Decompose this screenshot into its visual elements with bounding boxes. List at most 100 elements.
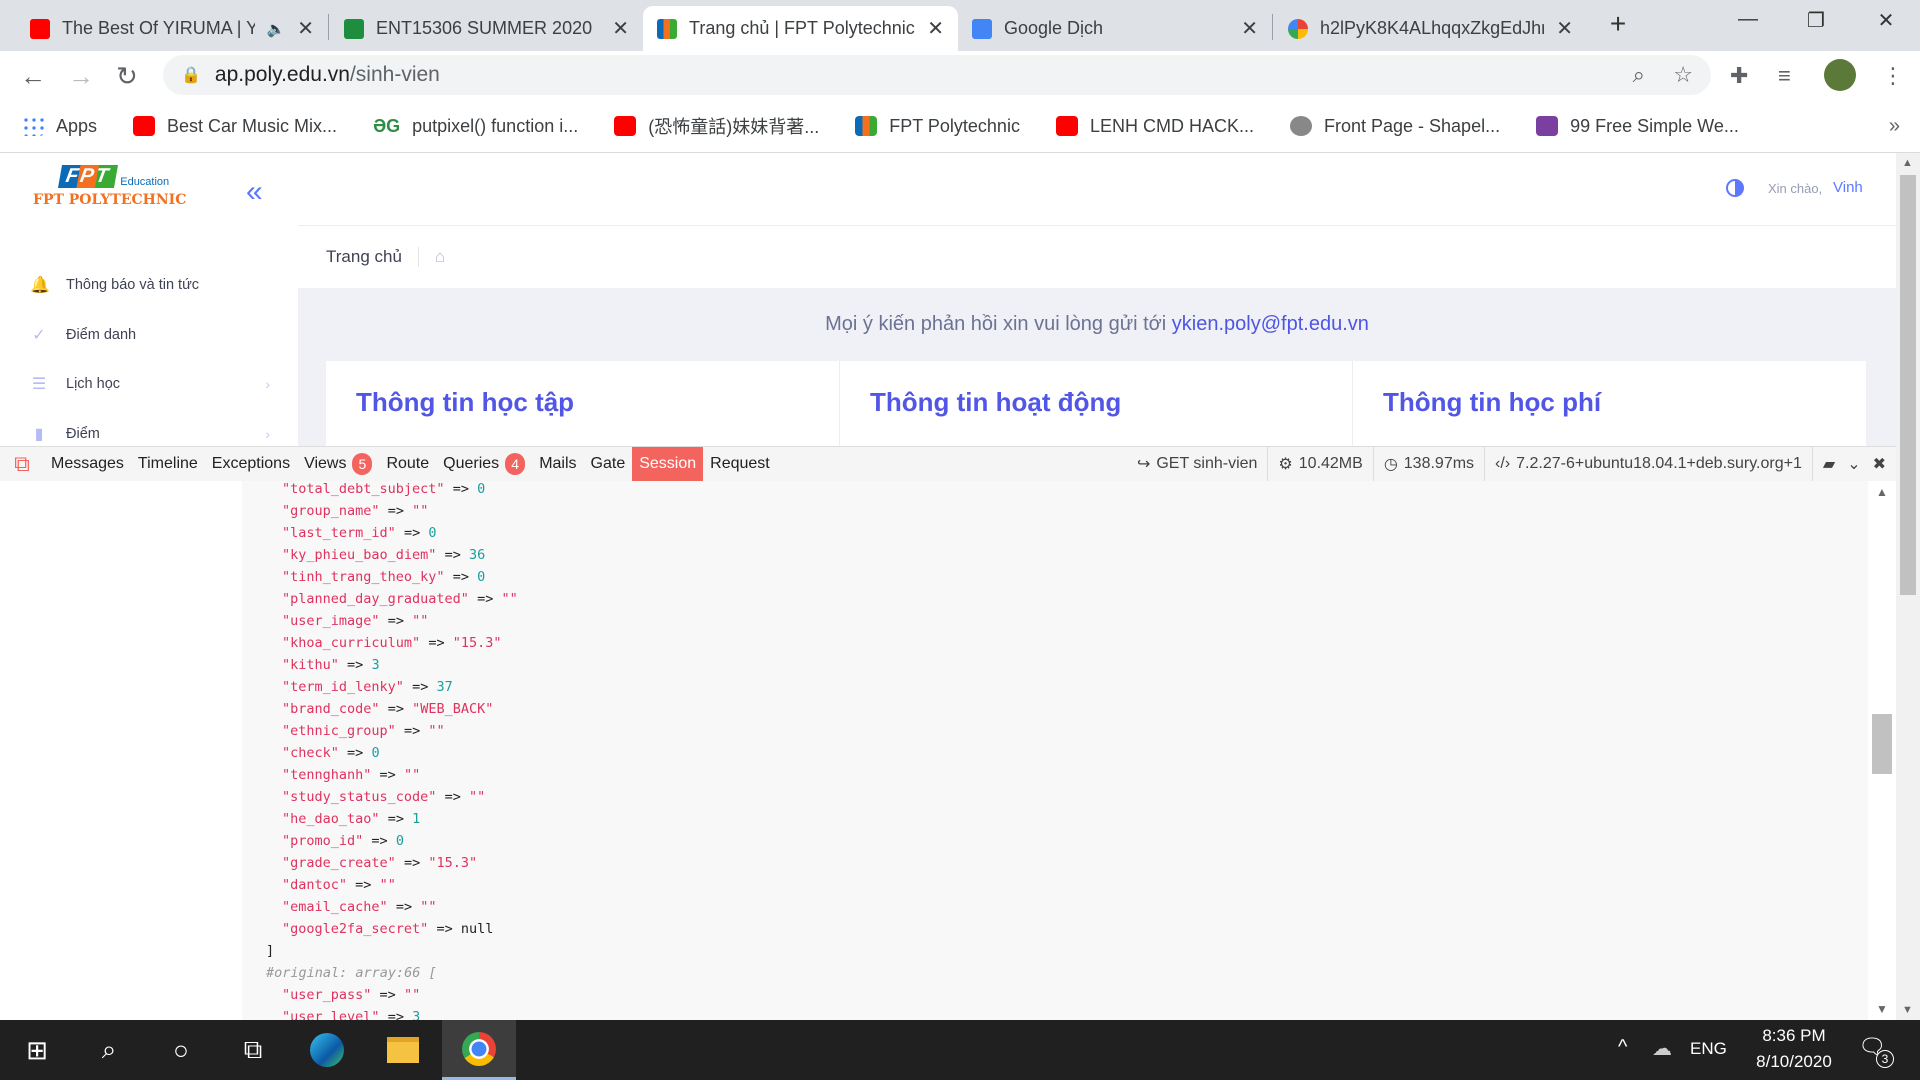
fpt-icon [855, 116, 878, 136]
speaker-icon[interactable]: 🔈 [267, 20, 286, 38]
dump-line: "user_level" => 3 [282, 1006, 420, 1020]
tab-yiruma[interactable]: The Best Of YIRUMA | Y 🔈 ✕ [16, 6, 328, 51]
profile-avatar[interactable] [1824, 59, 1856, 91]
dump-arrow: => [477, 591, 494, 607]
bookmark-item[interactable]: (恐怖童話)妹妹背著... [614, 113, 819, 139]
dump-key: "group_name" [282, 503, 380, 519]
forward-button[interactable]: → [68, 61, 94, 92]
bookmark-label: LENH CMD HACK... [1089, 115, 1254, 136]
bookmark-item[interactable]: Best Car Music Mix... [133, 116, 337, 137]
zoom-icon[interactable]: ⌕ [1633, 62, 1645, 88]
check-icon: ✓ [32, 327, 46, 344]
dump-key: "user_image" [282, 613, 380, 629]
debugbar-tab-mails[interactable]: Mails [532, 447, 583, 482]
sidebar-item-grades[interactable]: ▮ Điểm › [30, 424, 270, 444]
restore-button[interactable]: ❐ [1796, 8, 1836, 33]
lock-icon[interactable]: 🔒 [181, 65, 201, 85]
sidebar-item-attendance[interactable]: ✓ Điểm danh [30, 325, 270, 345]
page-scrollbar[interactable]: ▲ ▼ [1896, 153, 1920, 1020]
task-view-icon[interactable]: ⧉ [216, 1020, 290, 1080]
folder-open-icon[interactable]: ▰ [1823, 454, 1835, 474]
toolbar: ← → ↻ 🔒 ap.poly.edu.vn/sinh-vien ⌕ ☆ ✚ ≡… [0, 51, 1920, 100]
search-icon[interactable]: ⌕ [72, 1020, 146, 1080]
tab-google[interactable]: h2lPyK8K4ALhqqxZkgEdJhr ✕ [1274, 6, 1587, 51]
collapse-sidebar-icon[interactable]: « [246, 175, 263, 209]
debugbar-tab-request[interactable]: Request [703, 447, 777, 482]
google-icon [1288, 18, 1308, 39]
edge-icon[interactable] [290, 1020, 364, 1080]
bookmark-star-icon[interactable]: ☆ [1673, 62, 1693, 88]
user-name[interactable]: Vinh [1833, 179, 1863, 196]
debugbar-tab-messages[interactable]: Messages [44, 447, 131, 482]
dump-arrow: => [387, 613, 404, 629]
bookmark-item[interactable]: Front Page - Shapel... [1289, 116, 1500, 137]
dump-text: ] [266, 943, 275, 959]
dump-line: "he_dao_tao" => 1 [282, 808, 420, 830]
windows-start-icon[interactable]: ⊞ [0, 1020, 74, 1080]
home-icon[interactable]: ⌂ [435, 247, 445, 267]
chevron-down-icon[interactable]: ⌄ [1847, 454, 1860, 474]
show-hidden-icons-chevron[interactable]: ^ [1618, 1036, 1627, 1059]
minimize-button[interactable]: — [1728, 8, 1768, 31]
debugbar-tab-session[interactable]: Session [632, 446, 704, 482]
clock-date[interactable]: 8/10/2020 [1744, 1052, 1844, 1072]
debugbar-tab-exceptions[interactable]: Exceptions [205, 447, 297, 482]
tab-ent15306[interactable]: ENT15306 SUMMER 2020 ✕ [330, 6, 643, 51]
media-control-icon[interactable]: ≡ [1778, 63, 1791, 89]
dump-line: "khoa_curriculum" => "15.3" [282, 632, 502, 654]
close-tab-icon[interactable]: ✕ [297, 16, 314, 41]
onedrive-cloud-icon[interactable]: ☁ [1652, 1036, 1672, 1061]
tab-fpt-home[interactable]: Trang chủ | FPT Polytechnic ✕ [643, 6, 958, 51]
laravel-logo-icon[interactable]: ⧉ [0, 451, 44, 477]
close-tab-icon[interactable]: ✕ [1556, 16, 1573, 41]
back-button[interactable]: ← [20, 61, 46, 92]
dump-arrow: => [379, 767, 396, 783]
bookmark-item[interactable]: ƏG putpixel() function i... [373, 116, 578, 137]
reload-button[interactable]: ↻ [116, 61, 138, 92]
card-title: Thông tin hoạt động [870, 387, 1122, 417]
bookmark-label: (恐怖童話)妹妹背著... [648, 117, 820, 137]
dump-line: "planned_day_graduated" => "" [282, 588, 518, 610]
close-tab-icon[interactable]: ✕ [927, 16, 944, 41]
cortana-icon[interactable]: ○ [144, 1020, 218, 1080]
dump-arrow: => [387, 503, 404, 519]
book-icon: ▮ [34, 426, 44, 443]
breadcrumb: Trang chủ ⌂ [298, 226, 1896, 288]
debugbar-tab-gate[interactable]: Gate [584, 447, 633, 482]
fpt-logo[interactable]: FPT Education FPT POLYTECHNIC [33, 165, 186, 208]
bookmark-apps[interactable]: Apps [22, 116, 97, 137]
chrome-icon[interactable] [442, 1020, 516, 1080]
feedback-email-link[interactable]: ykien.poly@fpt.edu.vn [1172, 313, 1369, 335]
address-bar[interactable]: 🔒 ap.poly.edu.vn/sinh-vien ⌕ ☆ [163, 55, 1711, 95]
more-bookmarks-icon[interactable]: » [1889, 115, 1900, 138]
debugbar-tab-queries[interactable]: Queries 4 [436, 447, 532, 482]
file-explorer-icon[interactable] [366, 1020, 440, 1080]
language-indicator[interactable]: ENG [1690, 1039, 1727, 1059]
tab-google-translate[interactable]: Google Dịch ✕ [958, 6, 1272, 51]
clock-time[interactable]: 8:36 PM [1754, 1026, 1834, 1046]
close-tab-icon[interactable]: ✕ [612, 16, 629, 41]
youtube-icon [614, 116, 637, 136]
bookmark-item[interactable]: FPT Polytechnic [855, 116, 1020, 137]
new-tab-button[interactable]: + [1598, 8, 1638, 40]
tab-title: The Best Of YIRUMA | Y [62, 18, 255, 38]
debugbar-scrollbar[interactable]: ▲ ▼ [1868, 481, 1896, 1020]
debugbar-tab-timeline[interactable]: Timeline [131, 447, 205, 482]
debugbar-tab-views[interactable]: Views 5 [297, 447, 379, 482]
dump-arrow: => [355, 877, 372, 893]
sidebar-item-news[interactable]: 🔔 Thông báo và tin tức [30, 275, 270, 295]
menu-kebab-icon[interactable]: ⋮ [1882, 63, 1904, 89]
sidebar-item-schedule[interactable]: ☰ Lịch học › [30, 374, 270, 394]
bookmark-item[interactable]: LENH CMD HACK... [1055, 115, 1254, 137]
card-title: Thông tin học phí [1383, 387, 1602, 417]
dump-value: "WEB_BACK" [412, 701, 494, 717]
close-debugbar-icon[interactable]: ✖ [1873, 454, 1886, 474]
dump-line: "brand_code" => "WEB_BACK" [282, 698, 493, 720]
bookmark-item[interactable]: 99 Free Simple We... [1536, 116, 1739, 137]
close-window-button[interactable]: ✕ [1866, 8, 1906, 33]
gfg-icon: ƏG [373, 115, 401, 136]
extensions-icon[interactable]: ✚ [1730, 63, 1748, 89]
debugbar-tab-route[interactable]: Route [379, 447, 436, 482]
close-tab-icon[interactable]: ✕ [1241, 16, 1258, 41]
theme-toggle-icon[interactable] [1726, 179, 1744, 197]
